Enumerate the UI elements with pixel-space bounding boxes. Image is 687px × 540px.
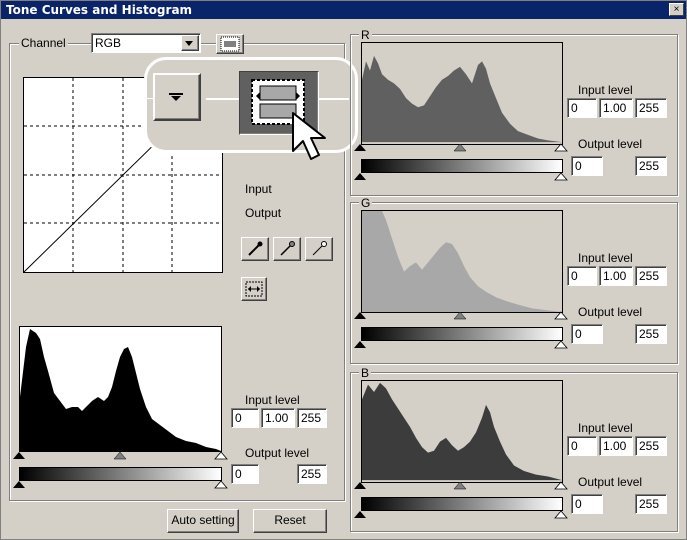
black-point-dropper-button[interactable] (241, 237, 269, 261)
r-input-level-label: Input level (578, 83, 633, 97)
tone-curves-window: Tone Curves and Histogram × Channel RGB … (0, 0, 687, 540)
close-button[interactable]: × (669, 3, 684, 16)
g-input-white-field[interactable]: 255 (635, 266, 667, 286)
white-point-dropper-button[interactable] (305, 237, 333, 261)
histogram-toggle-button[interactable] (216, 34, 244, 54)
g-histogram (361, 210, 563, 313)
rgb-input-white-slider[interactable] (214, 451, 228, 460)
gray-point-dropper-button[interactable] (273, 237, 301, 261)
curve-adjust-icon (245, 281, 263, 297)
b-input-gray-slider[interactable] (453, 481, 467, 490)
r-input-white-field[interactable]: 255 (635, 98, 667, 118)
b-input-level-label: Input level (578, 421, 633, 435)
b-channel-label: B (359, 366, 372, 380)
gray-point-dropper-icon (280, 241, 295, 256)
b-output-black-slider[interactable] (354, 511, 366, 519)
r-output-level-label: Output level (578, 137, 643, 151)
auto-setting-button[interactable]: Auto setting (167, 509, 239, 533)
zoom-dropdown-button[interactable] (153, 73, 201, 121)
curve-reset-button[interactable] (241, 277, 267, 301)
g-output-level-label: Output level (578, 305, 643, 319)
r-input-gray-slider[interactable] (453, 143, 467, 152)
b-input-black-slider[interactable] (354, 482, 366, 490)
zoom-callout-line-right (319, 98, 349, 100)
b-output-white-slider[interactable] (554, 510, 568, 519)
r-histogram (361, 42, 563, 145)
b-histogram (361, 380, 563, 483)
rgb-output-black-slider[interactable] (13, 481, 25, 489)
channel-dropdown-button[interactable] (181, 35, 199, 51)
channel-value: RGB (95, 36, 122, 50)
g-input-black-field[interactable]: 0 (567, 266, 597, 286)
white-point-dropper-icon (312, 241, 327, 256)
rgb-input-gray-slider[interactable] (113, 451, 127, 460)
g-output-black-field[interactable]: 0 (571, 324, 603, 344)
chevron-down-icon (185, 41, 193, 46)
r-channel-label: R (359, 28, 372, 42)
b-input-black-field[interactable]: 0 (567, 436, 597, 456)
g-channel-label: G (359, 196, 373, 210)
window-title: Tone Curves and Histogram (6, 3, 193, 17)
b-output-level-label: Output level (578, 475, 643, 489)
g-histogram-shape (362, 211, 562, 312)
rgb-input-black-slider[interactable] (13, 452, 25, 460)
g-output-white-slider[interactable] (554, 340, 568, 349)
curve-input-label: Input (245, 182, 272, 196)
g-input-white-slider[interactable] (554, 311, 568, 320)
b-output-black-field[interactable]: 0 (571, 494, 603, 514)
g-output-gradient (361, 327, 563, 341)
b-input-gamma-field[interactable]: 1.00 (599, 436, 633, 456)
mouse-pointer-icon (292, 112, 326, 160)
r-output-black-field[interactable]: 0 (571, 156, 603, 176)
g-input-gray-slider[interactable] (453, 311, 467, 320)
g-output-black-slider[interactable] (354, 341, 366, 349)
rgb-input-white-field[interactable]: 255 (297, 408, 327, 428)
title-bar[interactable]: Tone Curves and Histogram × (1, 1, 686, 19)
rgb-input-gamma-field[interactable]: 1.00 (261, 408, 295, 428)
b-input-white-field[interactable]: 255 (635, 436, 667, 456)
rgb-output-gradient (19, 467, 222, 481)
r-output-gradient (361, 159, 563, 173)
g-output-white-field[interactable]: 255 (635, 324, 667, 344)
rgb-input-black-field[interactable]: 0 (231, 408, 259, 428)
rgb-output-level-label: Output level (245, 446, 310, 460)
rgb-output-white-slider[interactable] (214, 480, 228, 489)
zoom-callout-line-left (206, 98, 240, 100)
r-histogram-shape (362, 55, 562, 143)
r-output-white-field[interactable]: 255 (635, 156, 667, 176)
r-input-black-field[interactable]: 0 (567, 98, 597, 118)
reset-button[interactable]: Reset (253, 509, 327, 533)
g-input-black-slider[interactable] (354, 312, 366, 320)
g-input-level-label: Input level (578, 251, 633, 265)
black-point-dropper-icon (248, 241, 263, 256)
r-input-white-slider[interactable] (554, 143, 568, 152)
rgb-input-level-label: Input level (245, 393, 300, 407)
b-histogram-shape (362, 382, 562, 481)
r-input-gamma-field[interactable]: 1.00 (599, 98, 633, 118)
rgb-output-white-field[interactable]: 255 (297, 464, 327, 484)
b-output-white-field[interactable]: 255 (635, 494, 667, 514)
rgb-histogram-shape (20, 329, 221, 451)
rgb-output-black-field[interactable]: 0 (231, 464, 259, 484)
r-output-black-slider[interactable] (354, 173, 366, 181)
r-input-black-slider[interactable] (354, 144, 366, 152)
chevron-down-icon (169, 93, 183, 101)
b-output-gradient (361, 497, 563, 511)
r-output-white-slider[interactable] (554, 172, 568, 181)
curve-output-label: Output (245, 206, 282, 220)
rgb-histogram (19, 326, 222, 452)
b-input-white-slider[interactable] (554, 481, 568, 490)
g-input-gamma-field[interactable]: 1.00 (599, 266, 633, 286)
channel-label: Channel (19, 36, 68, 50)
histogram-display-icon (220, 36, 240, 52)
